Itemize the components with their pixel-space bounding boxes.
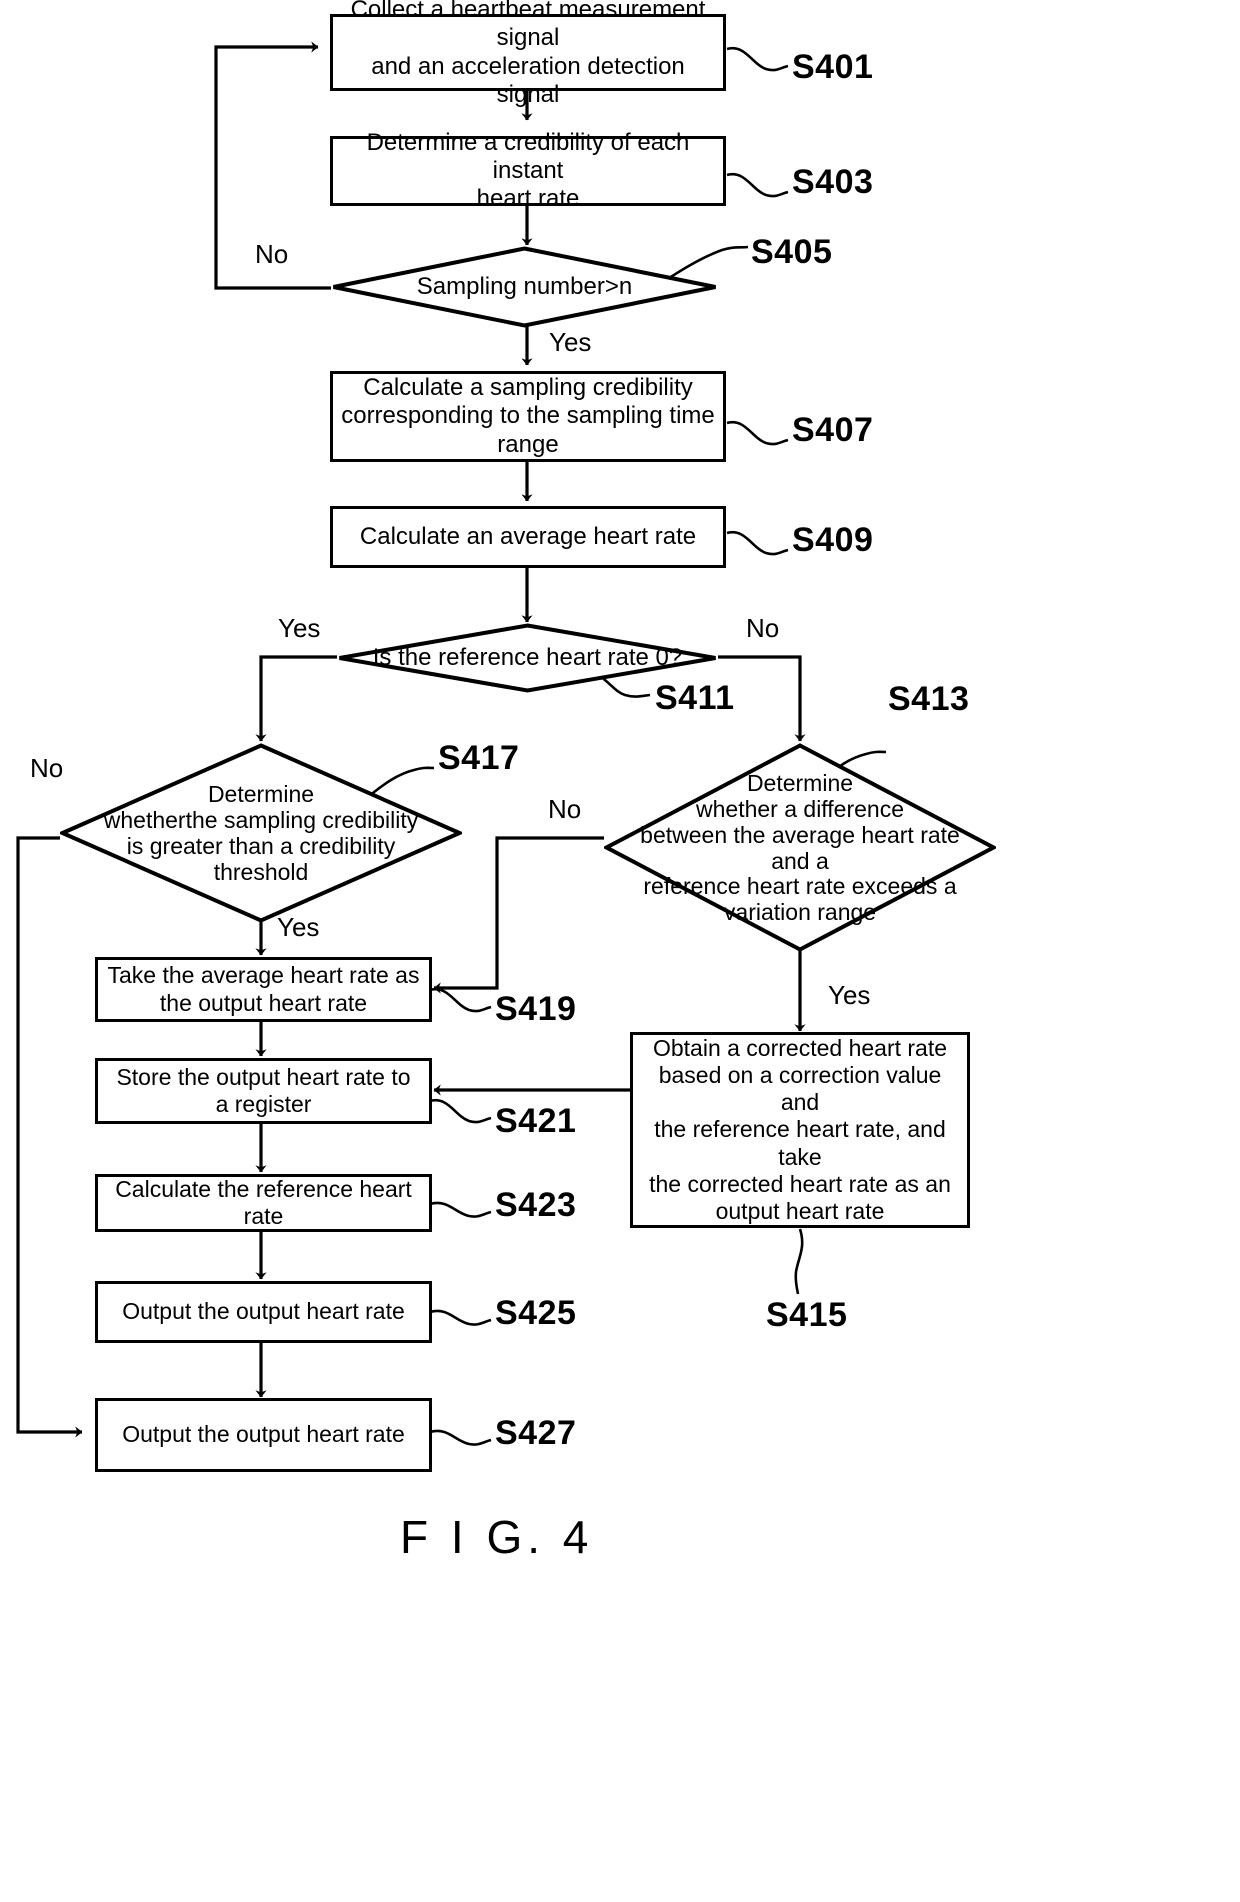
node-s419-line2: the output heart rate xyxy=(159,989,368,1016)
step-label-s417: S417 xyxy=(438,739,520,777)
node-s415-line4: the corrected heart rate as an xyxy=(649,1170,951,1197)
node-s427-line1: Output the output heart rate xyxy=(122,1421,405,1448)
node-s403-line1: Determine a credibility of each instant xyxy=(366,128,690,184)
node-s413-line2: whether a difference xyxy=(696,795,904,822)
node-s409-line1: Calculate an average heart rate xyxy=(359,522,697,550)
node-s419-line1: Take the average heart rate as xyxy=(107,962,420,989)
step-label-s401: S401 xyxy=(792,48,874,86)
node-s413-line3: between the average heart rate and a xyxy=(640,821,960,874)
step-label-s413: S413 xyxy=(888,680,970,718)
figure-canvas: Collect a heartbeat measurement signal a… xyxy=(0,0,1240,1902)
node-s401-line1: Collect a heartbeat measurement signal xyxy=(350,0,706,52)
step-label-s409: S409 xyxy=(792,521,874,559)
edge-label-s411-no: No xyxy=(746,613,780,643)
node-s425: Output the output heart rate xyxy=(95,1281,432,1343)
node-s401: Collect a heartbeat measurement signal a… xyxy=(330,0,726,108)
node-s413-line1: Determine xyxy=(746,769,854,796)
node-s415-line5: output heart rate xyxy=(715,1197,885,1224)
node-s427: Output the output heart rate xyxy=(95,1398,432,1472)
edge-label-s413-yes: Yes xyxy=(828,980,871,1010)
node-s407-line1: Calculate a sampling credibility xyxy=(363,374,693,402)
edge-label-s417-yes: Yes xyxy=(277,912,320,942)
node-s409: Calculate an average heart rate xyxy=(330,506,726,568)
node-s413-line4: reference heart rate exceeds a xyxy=(643,873,957,900)
node-s403: Determine a credibility of each instant … xyxy=(330,129,726,212)
node-s407-line2: corresponding to the sampling time range xyxy=(341,402,715,458)
node-s405-line1: Sampling number>n xyxy=(416,273,633,301)
step-label-s405: S405 xyxy=(751,233,833,271)
node-s417-line4: threshold xyxy=(213,858,309,885)
node-s415: Obtain a corrected heart rate based on a… xyxy=(630,1032,970,1228)
step-label-s419: S419 xyxy=(495,990,577,1028)
node-s423: Calculate the reference heart rate xyxy=(95,1174,432,1232)
step-label-s421: S421 xyxy=(495,1102,577,1140)
step-label-s423: S423 xyxy=(495,1186,577,1224)
node-s415-line1: Obtain a corrected heart rate xyxy=(652,1035,948,1062)
edge-label-s417-no: No xyxy=(30,753,64,783)
edge-label-s405-yes: Yes xyxy=(549,327,592,357)
step-label-s403: S403 xyxy=(792,163,874,201)
node-s421-line2: a register xyxy=(215,1091,312,1117)
step-label-s425: S425 xyxy=(495,1294,577,1332)
edge-label-s413-no: No xyxy=(548,794,582,824)
figure-caption: F I G. 4 xyxy=(400,1511,594,1563)
step-label-s407: S407 xyxy=(792,411,874,449)
node-s417-line1: Determine xyxy=(207,781,315,808)
node-s425-line1: Output the output heart rate xyxy=(122,1298,405,1325)
step-label-s427: S427 xyxy=(495,1414,577,1452)
node-s419: Take the average heart rate as the outpu… xyxy=(95,957,432,1022)
node-s415-line3: the reference heart rate, and take xyxy=(654,1116,946,1170)
edge-label-s411-yes: Yes xyxy=(278,613,321,643)
edge-label-s405-no: No xyxy=(255,239,289,269)
node-s415-line2: based on a correction value and xyxy=(658,1062,942,1116)
node-s413-line5: variation range xyxy=(723,899,877,926)
node-s417-line2: whetherthe sampling credibility xyxy=(103,807,419,834)
step-label-s415: S415 xyxy=(766,1296,848,1334)
node-s417: Determine whetherthe sampling credibilit… xyxy=(60,743,462,923)
node-s413: Determine whether a difference between t… xyxy=(604,743,996,952)
node-s405: Sampling number>n xyxy=(331,246,718,328)
node-s411-line1: Is the reference heart rate 0? xyxy=(372,644,683,672)
node-s401-line2: and an acceleration detection signal xyxy=(371,52,685,108)
node-s403-line2: heart rate xyxy=(476,185,580,213)
node-s417-line3: is greater than a credibility xyxy=(126,833,396,859)
node-s421: Store the output heart rate to a registe… xyxy=(95,1058,432,1124)
step-label-s411: S411 xyxy=(655,679,735,717)
node-s407: Calculate a sampling credibility corresp… xyxy=(330,371,726,462)
node-s421-line1: Store the output heart rate to xyxy=(116,1063,411,1090)
node-s423-line1: Calculate the reference heart rate xyxy=(115,1175,412,1229)
